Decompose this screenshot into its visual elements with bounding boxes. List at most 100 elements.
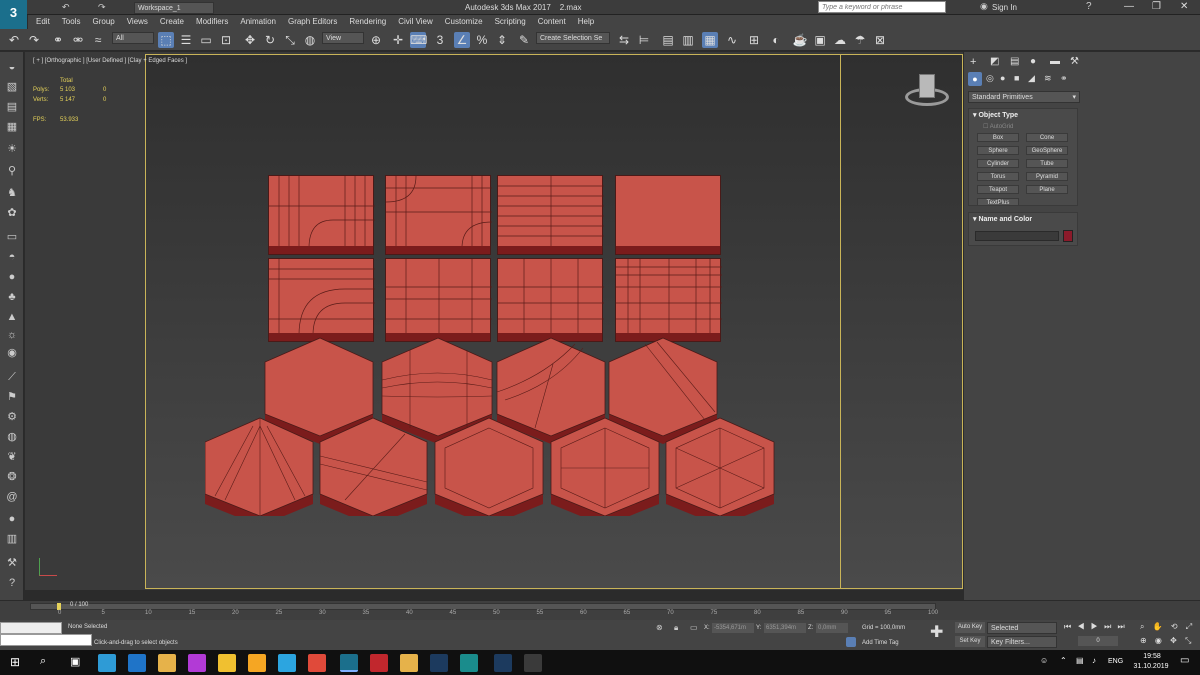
plane-primitive-icon[interactable]: ▭ xyxy=(4,230,20,244)
viewport-label[interactable]: [ + ] [Orthographic ] [User Defined ] [C… xyxy=(33,58,187,64)
cone-button[interactable]: Cone xyxy=(1026,133,1068,142)
snaps-toggle-icon[interactable]: 3 xyxy=(432,32,448,48)
menu-rendering[interactable]: Rendering xyxy=(349,15,386,29)
undo-icon[interactable]: ↶ xyxy=(62,2,70,13)
menu-group[interactable]: Group xyxy=(92,15,114,29)
menu-animation[interactable]: Animation xyxy=(240,15,276,29)
acrobat-icon[interactable] xyxy=(370,654,388,672)
torus-button[interactable]: Torus xyxy=(977,172,1019,181)
key-filters-button[interactable]: Key Filters... xyxy=(987,636,1057,648)
chrome-icon[interactable] xyxy=(308,654,326,672)
maxscript-listener[interactable] xyxy=(0,622,62,634)
cylinder-button[interactable]: Cylinder xyxy=(977,159,1019,168)
sphere-button[interactable]: Sphere xyxy=(977,146,1019,155)
maxscript-mini-listener[interactable] xyxy=(0,634,92,646)
user-icon[interactable]: ◉ xyxy=(980,1,988,12)
navigation-controls[interactable]: ⌕ ✋ ⟲ ⤢ xyxy=(1140,622,1195,632)
placement-icon[interactable]: ◍ xyxy=(302,32,318,48)
volume-icon[interactable]: ♪ xyxy=(1092,656,1096,665)
menu-modifiers[interactable]: Modifiers xyxy=(196,15,228,29)
modify-tab-icon[interactable]: ◩ xyxy=(990,56,999,67)
select-manipulate-icon[interactable]: ✛ xyxy=(390,32,406,48)
language-indicator[interactable]: ENG xyxy=(1108,658,1123,665)
menu-edit[interactable]: Edit xyxy=(36,15,50,29)
people-icon[interactable]: ☺ xyxy=(1040,656,1048,665)
key-mode-select[interactable]: Selected xyxy=(987,622,1057,634)
bind-spacewarp-icon[interactable]: ≈ xyxy=(90,32,106,48)
named-selection-set-select[interactable]: Create Selection Se xyxy=(536,32,610,44)
menu-civil-view[interactable]: Civil View xyxy=(398,15,433,29)
workspace-select[interactable]: Workspace_1 xyxy=(134,2,214,14)
add-key-icon[interactable]: ✚ xyxy=(930,622,943,642)
square-tile[interactable] xyxy=(268,258,375,342)
material-editor-icon[interactable]: ◐ xyxy=(768,32,784,48)
mirror-icon[interactable]: ⇆ xyxy=(616,32,632,48)
playback-controls[interactable]: ⏮ ◀ ▶ ⏭ ⏭ xyxy=(1064,622,1127,632)
app-icon-4[interactable] xyxy=(188,654,206,672)
menu-scripting[interactable]: Scripting xyxy=(495,15,526,29)
pyramid-button[interactable]: Pyramid xyxy=(1026,172,1068,181)
app-icon-6[interactable] xyxy=(248,654,266,672)
ball-icon[interactable]: ● xyxy=(4,512,20,526)
tube-button[interactable]: Tube xyxy=(1026,159,1068,168)
3dsmax-taskbar-icon[interactable] xyxy=(340,654,358,672)
select-by-name-icon[interactable]: ☰ xyxy=(178,32,194,48)
timeline[interactable]: 0 / 100 xyxy=(0,600,1200,620)
viewport-area[interactable]: [ + ] [Orthographic ] [User Defined ] [C… xyxy=(25,52,963,590)
square-tile[interactable] xyxy=(615,258,722,342)
menu-tools[interactable]: Tools xyxy=(62,15,81,29)
clock-time[interactable]: 19:58 xyxy=(1134,653,1170,660)
photos-icon[interactable] xyxy=(524,654,542,672)
render-cloud-icon[interactable]: ⊠ xyxy=(872,32,888,48)
help-icon[interactable]: ? xyxy=(1086,1,1092,12)
menu-create[interactable]: Create xyxy=(160,15,184,29)
pivot-icon[interactable]: ⊕ xyxy=(368,32,384,48)
square-tile[interactable] xyxy=(385,175,493,255)
leaf-icon[interactable]: ❦ xyxy=(4,450,20,464)
render-production-icon[interactable]: ☁ xyxy=(832,32,848,48)
object-name-input[interactable] xyxy=(975,231,1059,241)
undo-button[interactable]: ↶ xyxy=(6,32,22,48)
isolate-icon[interactable]: ⊗ xyxy=(656,623,663,632)
pin-icon[interactable]: ⚑ xyxy=(4,390,20,404)
object-type-title[interactable]: ▾ Object Type xyxy=(973,111,1018,119)
cone-icon[interactable]: ▲ xyxy=(4,310,20,324)
move-icon[interactable]: ✥ xyxy=(242,32,258,48)
sign-in-link[interactable]: Sign In xyxy=(992,3,1017,12)
auto-key-button[interactable]: Auto Key xyxy=(955,622,985,633)
photoshop-icon[interactable] xyxy=(430,654,448,672)
reference-coord-select[interactable]: View xyxy=(322,32,364,44)
y-coordinate-field[interactable]: 6351,394m xyxy=(764,623,806,633)
bone-icon[interactable]: ⚲ xyxy=(4,164,20,178)
globe-icon[interactable]: ◍ xyxy=(4,430,20,444)
menu-customize[interactable]: Customize xyxy=(445,15,483,29)
autogrid-checkbox[interactable]: ☐ AutoGrid xyxy=(983,123,1013,130)
explorer-icon[interactable] xyxy=(158,654,176,672)
tray-chevron-icon[interactable]: ⌃ xyxy=(1060,656,1067,665)
question-icon[interactable]: ? xyxy=(4,576,20,590)
redo-button[interactable]: ↷ xyxy=(26,32,42,48)
snail-icon[interactable]: @ xyxy=(4,490,20,504)
network-icon[interactable]: ▤ xyxy=(1076,656,1084,665)
textplus-button[interactable]: TextPlus xyxy=(977,198,1019,206)
table-icon[interactable]: ▦ xyxy=(4,120,20,134)
shapes-icon[interactable]: ◎ xyxy=(986,73,994,84)
sun-icon[interactable]: ☼ xyxy=(4,328,20,342)
search-icon[interactable]: ⌕ xyxy=(40,655,46,668)
shell-icon[interactable]: ❂ xyxy=(4,470,20,484)
cloud-app-icon[interactable] xyxy=(98,654,116,672)
display-tab-icon[interactable]: ▬ xyxy=(1050,56,1060,67)
square-tile[interactable] xyxy=(268,175,375,255)
biped-icon[interactable]: ♞ xyxy=(4,186,20,200)
render-setup-icon[interactable]: ☕ xyxy=(792,32,808,48)
rectangle-select-icon[interactable]: ▭ xyxy=(198,32,214,48)
square-tile[interactable] xyxy=(497,258,604,342)
name-color-title[interactable]: ▾ Name and Color xyxy=(973,215,1032,223)
box-button[interactable]: Box xyxy=(977,133,1019,142)
scale-icon[interactable]: ⤡ xyxy=(282,32,298,48)
scene-icon[interactable]: ◒ xyxy=(4,60,20,74)
redo-icon[interactable]: ↷ xyxy=(98,2,106,13)
task-view-icon[interactable]: ▣ xyxy=(70,655,80,668)
square-tile[interactable] xyxy=(385,258,492,342)
hemisphere-icon[interactable]: ◓ xyxy=(4,250,20,264)
